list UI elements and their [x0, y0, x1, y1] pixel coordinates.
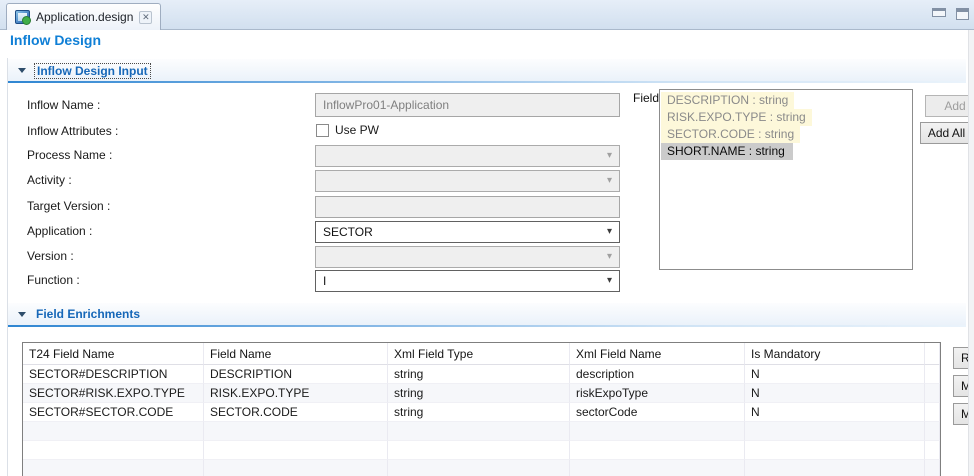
- cell-field-name: RISK.EXPO.TYPE: [204, 384, 388, 403]
- cell-xml-field-type: string: [388, 384, 570, 403]
- cell-field-name: SECTOR.CODE: [204, 403, 388, 422]
- cell-is-mandatory: N: [745, 384, 925, 403]
- label-application: Application :: [27, 224, 92, 238]
- field-enrichments-table[interactable]: T24 Field Name Field Name Xml Field Type…: [22, 342, 941, 476]
- label-process-name: Process Name :: [27, 148, 112, 162]
- label-inflow-attributes: Inflow Attributes :: [27, 124, 118, 138]
- cell-t24-field-name: SECTOR#RISK.EXPO.TYPE: [23, 384, 204, 403]
- page-title: Inflow Design: [10, 32, 101, 48]
- table-row-empty[interactable]: [23, 460, 940, 476]
- label-target-version: Target Version :: [27, 199, 110, 213]
- column-header[interactable]: Xml Field Name: [570, 343, 745, 365]
- inflow-name-field: InflowPro01-Application: [315, 93, 620, 117]
- column-header[interactable]: Field Name: [204, 343, 388, 365]
- tab-close-icon[interactable]: ✕: [139, 11, 152, 24]
- table-row-empty[interactable]: [23, 422, 940, 441]
- function-value: I: [323, 274, 326, 288]
- label-inflow-name: Inflow Name :: [27, 98, 100, 112]
- cell-xml-field-name: riskExpoType: [570, 384, 745, 403]
- table-row[interactable]: SECTOR#SECTOR.CODE SECTOR.CODE string se…: [23, 403, 940, 422]
- column-header[interactable]: Xml Field Type: [388, 343, 570, 365]
- chevron-down-icon: ▾: [607, 227, 612, 237]
- list-item[interactable]: SECTOR.CODE : string: [661, 126, 800, 143]
- cell-is-mandatory: N: [745, 365, 925, 384]
- list-item-selected[interactable]: SHORT.NAME : string: [661, 143, 793, 160]
- inflow-name-value: InflowPro01-Application: [323, 98, 449, 112]
- column-header-filler: [925, 343, 940, 365]
- function-select[interactable]: I ▾: [315, 270, 620, 292]
- cell-filler: [925, 384, 940, 403]
- section-field-enrichments[interactable]: Field Enrichments: [8, 303, 966, 327]
- cell-t24-field-name: SECTOR#SECTOR.CODE: [23, 403, 204, 422]
- cell-xml-field-type: string: [388, 403, 570, 422]
- editor-window: Application.design ✕ Inflow Design Inflo…: [0, 0, 974, 476]
- cell-xml-field-name: sectorCode: [570, 403, 745, 422]
- cell-xml-field-name: description: [570, 365, 745, 384]
- design-file-icon: [15, 10, 30, 24]
- tab-application-design[interactable]: Application.design ✕: [6, 3, 161, 30]
- chevron-down-icon: ▾: [607, 176, 612, 186]
- table-row-empty[interactable]: [23, 441, 940, 460]
- list-item[interactable]: DESCRIPTION : string: [661, 92, 794, 109]
- application-select[interactable]: SECTOR ▾: [315, 221, 620, 243]
- table-header-row: T24 Field Name Field Name Xml Field Type…: [23, 343, 940, 365]
- chevron-down-icon: ▾: [607, 252, 612, 262]
- use-pw-checkbox-row[interactable]: Use PW: [316, 123, 379, 137]
- minimize-icon[interactable]: [932, 8, 946, 17]
- chevron-down-icon: ▾: [607, 276, 612, 286]
- field-list[interactable]: DESCRIPTION : string RISK.EXPO.TYPE : st…: [659, 89, 913, 270]
- use-pw-checkbox[interactable]: [316, 124, 329, 137]
- section-inflow-design-input[interactable]: Inflow Design Input: [8, 59, 966, 83]
- chevron-down-icon: ▾: [607, 151, 612, 161]
- collapse-triangle-icon[interactable]: [18, 312, 26, 317]
- form-left-edge: [7, 58, 8, 476]
- cell-field-name: DESCRIPTION: [204, 365, 388, 384]
- target-version-field: [315, 196, 620, 218]
- use-pw-label: Use PW: [335, 123, 379, 137]
- add-button: Add: [925, 95, 974, 117]
- label-version: Version :: [27, 249, 74, 263]
- collapse-triangle-icon[interactable]: [18, 68, 26, 73]
- cell-t24-field-name: SECTOR#DESCRIPTION: [23, 365, 204, 384]
- cell-filler: [925, 365, 940, 384]
- version-select: ▾: [315, 246, 620, 268]
- column-header[interactable]: T24 Field Name: [23, 343, 204, 365]
- editor-tab-bar: Application.design ✕: [0, 0, 974, 30]
- table-row[interactable]: SECTOR#DESCRIPTION DESCRIPTION string de…: [23, 365, 940, 384]
- cell-filler: [925, 403, 940, 422]
- vertical-scrollbar[interactable]: [968, 30, 974, 476]
- section-title-inflow-design-input[interactable]: Inflow Design Input: [34, 63, 151, 79]
- activity-select: ▾: [315, 170, 620, 192]
- cell-is-mandatory: N: [745, 403, 925, 422]
- tab-title: Application.design: [36, 10, 133, 24]
- label-activity: Activity :: [27, 173, 72, 187]
- table-row[interactable]: SECTOR#RISK.EXPO.TYPE RISK.EXPO.TYPE str…: [23, 384, 940, 403]
- add-all-button[interactable]: Add All: [920, 122, 973, 144]
- maximize-icon[interactable]: [956, 8, 969, 20]
- column-header[interactable]: Is Mandatory: [745, 343, 925, 365]
- label-function: Function :: [27, 273, 80, 287]
- list-item[interactable]: RISK.EXPO.TYPE : string: [661, 109, 812, 126]
- process-name-select: ▾: [315, 145, 620, 167]
- field-list-label: Field:: [633, 91, 662, 105]
- section-title-field-enrichments[interactable]: Field Enrichments: [34, 307, 142, 321]
- application-value: SECTOR: [323, 225, 373, 239]
- cell-xml-field-type: string: [388, 365, 570, 384]
